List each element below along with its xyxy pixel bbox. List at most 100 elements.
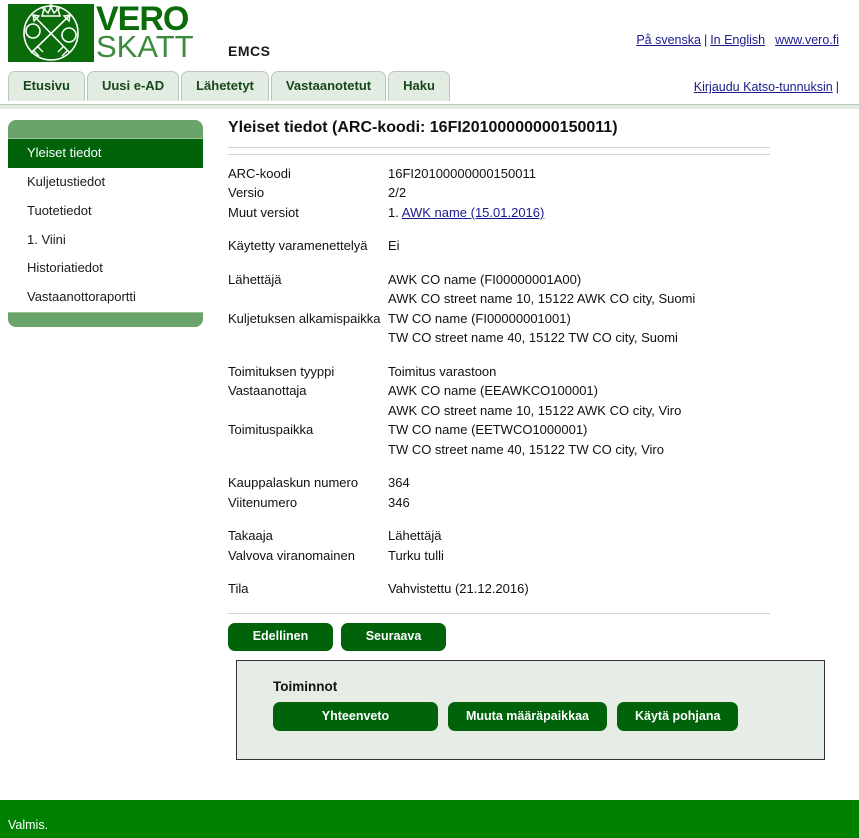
next-button[interactable]: Seuraava — [341, 622, 446, 651]
field-label-empty-2 — [228, 328, 388, 348]
field-label-empty-3 — [228, 401, 388, 421]
table-row: AWK CO street name 10, 15122 AWK CO city… — [228, 289, 695, 309]
table-row: Vastaanottaja AWK CO name (EEAWKCO100001… — [228, 381, 695, 401]
field-value-takaaja: Lähettäjä — [388, 528, 442, 544]
login-links: Kirjaudu Katso-tunnuksin | — [694, 80, 839, 94]
page-body: Yleiset tiedot Kuljetustiedot Tuotetiedo… — [0, 110, 859, 800]
field-value-alkamispaikka-address: TW CO street name 40, 15122 TW CO city, … — [388, 330, 678, 346]
tab-etusivu[interactable]: Etusivu — [8, 71, 85, 102]
field-value-arc: 16FI20100000000150011 — [388, 165, 536, 181]
tab-vastaanotetut[interactable]: Vastaanotetut — [270, 71, 387, 102]
field-value-kauppalasku: 364 — [388, 475, 410, 491]
field-label-toimituspaikka: Toimituspaikka — [228, 422, 314, 438]
change-destination-button[interactable]: Muuta määräpaikkaa — [448, 701, 607, 732]
field-value-toimituspaikka-address: TW CO street name 40, 15122 TW CO city, … — [388, 441, 664, 457]
table-row: Takaaja Lähettäjä — [228, 526, 695, 546]
table-row: Käytetty varamenettelyä Ei — [228, 236, 695, 256]
fields-bottom-divider — [228, 612, 770, 614]
tab-uusi-e-ad[interactable]: Uusi e-AD — [86, 71, 180, 102]
sidebar: Yleiset tiedot Kuljetustiedot Tuotetiedo… — [8, 120, 203, 328]
field-value-tila: Vahvistettu (21.12.2016) — [388, 581, 529, 597]
actions-panel: Toiminnot Yhteenveto Muuta määräpaikkaa … — [236, 659, 825, 761]
field-label-alkamispaikka: Kuljetuksen alkamispaikka — [228, 310, 381, 326]
row-spacer — [228, 256, 695, 270]
table-row: Valvova viranomainen Turku tulli — [228, 546, 695, 566]
link-kirjaudu-katso[interactable]: Kirjaudu Katso-tunnuksin — [694, 80, 833, 94]
sidebar-item-tuotetiedot[interactable]: Tuotetiedot — [8, 197, 203, 226]
row-spacer — [228, 459, 695, 473]
sidebar-item-vastaanottoraportti[interactable]: Vastaanottoraportti — [8, 283, 203, 312]
field-label-viranomainen: Valvova viranomainen — [228, 547, 355, 563]
field-label-kauppalasku: Kauppalaskun numero — [228, 475, 359, 491]
link-other-version[interactable]: AWK name (15.01.2016) — [402, 205, 545, 220]
row-spacer — [228, 565, 695, 579]
previous-button[interactable]: Edellinen — [228, 622, 333, 651]
use-as-template-button[interactable]: Käytä pohjana — [616, 701, 739, 732]
field-label-varamenettely: Käytetty varamenettelyä — [228, 238, 368, 254]
field-value-viranomainen: Turku tulli — [388, 547, 444, 563]
app-title: EMCS — [228, 43, 271, 59]
field-label-empty-4 — [228, 440, 388, 460]
table-row: ARC-koodi 16FI20100000000150011 — [228, 164, 695, 184]
table-row: TW CO street name 40, 15122 TW CO city, … — [228, 328, 695, 348]
title-divider — [228, 146, 770, 148]
general-info-table: ARC-koodi 16FI20100000000150011 Versio 2… — [228, 164, 695, 599]
finnish-coat-of-arms-icon — [8, 4, 94, 62]
field-value-toimituspaikka-name: TW CO name (EETWCO1000001) — [388, 422, 588, 438]
field-value-alkamispaikka-name: TW CO name (FI00000001001) — [388, 310, 571, 326]
sidebar-item-kuljetustiedot[interactable]: Kuljetustiedot — [8, 168, 203, 197]
field-label-empty-1 — [228, 289, 388, 309]
tab-lahetetyt[interactable]: Lähetetyt — [181, 71, 269, 102]
tab-haku[interactable]: Haku — [388, 71, 450, 102]
table-row: Muut versiot 1. AWK name (15.01.2016) — [228, 203, 695, 223]
table-row: TW CO street name 40, 15122 TW CO city, … — [228, 440, 695, 460]
field-value-vastaanottaja-address: AWK CO street name 10, 15122 AWK CO city… — [388, 402, 682, 418]
logo-wordmark: VERO SKATT — [96, 2, 194, 65]
table-row: AWK CO street name 10, 15122 AWK CO city… — [228, 401, 695, 421]
table-row: Versio 2/2 — [228, 183, 695, 203]
version-index: 1. — [388, 204, 402, 220]
field-value-muut-versiot: 1. AWK name (15.01.2016) — [388, 203, 695, 223]
actions-panel-title: Toiminnot — [273, 678, 338, 694]
field-value-lahettaja-address: AWK CO street name 10, 15122 AWK CO city… — [388, 291, 696, 307]
field-value-vastaanottaja-name: AWK CO name (EEAWKCO100001) — [388, 383, 598, 399]
field-value-versio: 2/2 — [388, 185, 407, 201]
navigation-buttons: Edellinen Seuraava — [228, 622, 843, 651]
row-spacer — [228, 222, 695, 236]
table-row: Viitenumero 346 — [228, 493, 695, 513]
sidebar-item-historiatiedot[interactable]: Historiatiedot — [8, 254, 203, 283]
tabbar-underline — [0, 104, 859, 109]
vero-skatt-logo: VERO SKATT — [8, 2, 194, 65]
table-row: Kuljetuksen alkamispaikka TW CO name (FI… — [228, 309, 695, 329]
field-value-lahettaja-name: AWK CO name (FI00000001A00) — [388, 271, 582, 287]
table-row: Lähettäjä AWK CO name (FI00000001A00) — [228, 270, 695, 290]
field-label-vastaanottaja: Vastaanottaja — [228, 383, 307, 399]
sidebar-item-yleiset-tiedot[interactable]: Yleiset tiedot — [8, 139, 203, 168]
field-value-toimitustyyppi: Toimitus varastoon — [388, 363, 497, 379]
link-separator-1: | — [703, 33, 708, 47]
status-bar: Valmis. — [0, 800, 859, 838]
link-in-english[interactable]: In English — [710, 33, 765, 47]
field-label-versio: Versio — [228, 185, 265, 201]
main-tabbar: Etusivu Uusi e-AD Lähetetyt Vastaanotetu… — [8, 71, 452, 102]
login-separator: | — [835, 80, 839, 94]
field-label-viitenumero: Viitenumero — [228, 494, 298, 510]
table-row: Toimituspaikka TW CO name (EETWCO1000001… — [228, 420, 695, 440]
summary-button[interactable]: Yhteenveto — [273, 701, 438, 732]
field-value-viitenumero: 346 — [388, 494, 410, 510]
status-bar-text: Valmis. — [8, 818, 49, 832]
link-pa-svenska[interactable]: På svenska — [636, 33, 701, 47]
field-label-lahettaja: Lähettäjä — [228, 271, 282, 287]
table-row: Kauppalaskun numero 364 — [228, 473, 695, 493]
language-links: På svenska | In English www.vero.fi — [636, 33, 839, 47]
field-label-arc: ARC-koodi — [228, 165, 291, 181]
field-label-takaaja: Takaaja — [228, 528, 273, 544]
link-vero-fi[interactable]: www.vero.fi — [775, 33, 839, 47]
field-value-varamenettely: Ei — [388, 238, 400, 254]
row-spacer — [228, 512, 695, 526]
logo-skatt-text: SKATT — [96, 29, 194, 65]
sidebar-item-viini[interactable]: 1. Viini — [8, 226, 203, 255]
actions-button-row: Yhteenveto Muuta määräpaikkaa Käytä pohj… — [273, 701, 824, 732]
field-label-muut-versiot: Muut versiot — [228, 204, 299, 220]
field-label-toimitustyyppi: Toimituksen tyyppi — [228, 363, 335, 379]
